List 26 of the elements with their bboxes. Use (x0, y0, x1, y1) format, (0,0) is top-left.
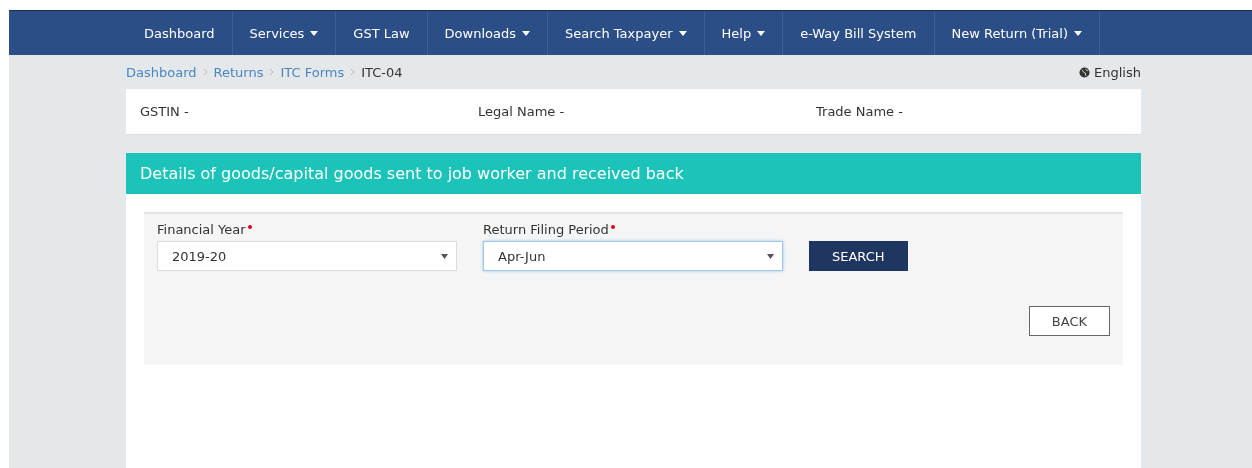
nav-menu-item[interactable]: Help (704, 11, 784, 55)
dropdown-field[interactable]: Apr-Jun (483, 241, 783, 271)
info-label: Trade Name - (816, 104, 904, 119)
nav-menu-item[interactable]: Downloads (427, 11, 548, 55)
chevron-icon (269, 68, 275, 76)
dropdown-arrow-icon (767, 253, 774, 259)
back-button[interactable]: BACK (1028, 306, 1110, 336)
info-label: Legal Name - (478, 104, 566, 119)
nav-menu-item[interactable]: GST Law (336, 11, 428, 55)
language-link[interactable]: English (1079, 64, 1141, 80)
field-label: Return Filing Period (483, 222, 783, 237)
search-button[interactable]: SEARCH (809, 241, 908, 271)
chevron-icon (202, 68, 208, 76)
dropdown-arrow-icon (441, 253, 448, 259)
nav-menu-item[interactable]: Dashboard (127, 11, 233, 55)
chevron-icon (350, 68, 356, 76)
dropdown-field[interactable]: 2019-20 (157, 241, 457, 271)
field-label: Financial Year (157, 222, 457, 237)
nav-menu-item[interactable]: e-Way Bill System (783, 11, 935, 55)
section-title: Details of goods/capital goods sent to job worker and received back (126, 153, 1141, 194)
nav-menu-item[interactable]: Services (232, 11, 337, 55)
globe-icon (1079, 66, 1091, 78)
breadcrumb-link[interactable]: ITC-04 (361, 64, 403, 80)
info-label: GSTIN - (140, 104, 190, 119)
nav-menu-item[interactable]: Search Taxpayer (548, 11, 705, 55)
nav-menu-item[interactable]: New Return (Trial) (934, 11, 1100, 55)
